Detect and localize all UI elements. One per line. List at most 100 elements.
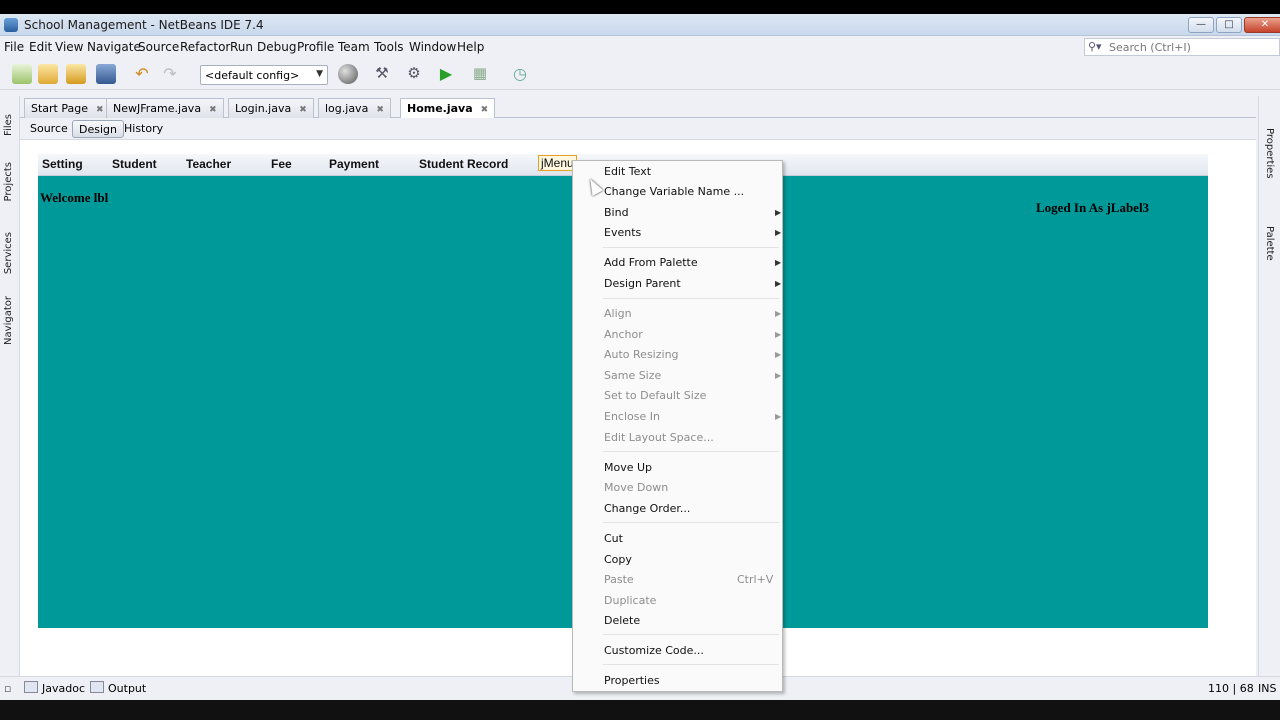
side-tab-files[interactable]: Files xyxy=(3,114,14,136)
tab-label: NewJFrame.java xyxy=(113,102,202,115)
minimize-button[interactable]: — xyxy=(1188,17,1214,33)
menu-separator xyxy=(603,247,779,248)
tab-log[interactable]: log.java ✖ xyxy=(318,98,391,118)
window-title: School Management - NetBeans IDE 7.4 xyxy=(24,18,264,32)
ctx-item-design-parent[interactable]: Design Parent xyxy=(604,277,681,290)
run-icon[interactable]: ▶ xyxy=(436,64,456,84)
form-menu-setting[interactable]: Setting xyxy=(42,157,83,171)
form-menu-payment[interactable]: Payment xyxy=(329,157,379,171)
ctx-item-change-order[interactable]: Change Order... xyxy=(604,502,690,515)
menu-view[interactable]: View xyxy=(55,40,83,54)
ctx-item-change-variable-name[interactable]: Change Variable Name ... xyxy=(604,185,744,198)
menu-tools[interactable]: Tools xyxy=(374,40,404,54)
ctx-item-same-size[interactable]: Same Size xyxy=(604,369,661,382)
menu-source[interactable]: Source xyxy=(138,40,179,54)
javadoc-tab[interactable]: Javadoc xyxy=(42,682,85,695)
submenu-arrow-icon: ▶ xyxy=(775,330,782,339)
restore-icon[interactable]: ▫ xyxy=(4,682,11,695)
ctx-item-edit-layout-space[interactable]: Edit Layout Space... xyxy=(604,431,714,444)
open-project-icon[interactable] xyxy=(66,64,86,84)
logged-in-label[interactable]: Loged In As jLabel3 xyxy=(1036,200,1149,216)
close-tab-icon[interactable]: ✖ xyxy=(209,105,217,115)
close-button[interactable]: ✕ xyxy=(1244,17,1280,33)
side-tab-palette[interactable]: Palette xyxy=(1264,226,1275,261)
redo-icon[interactable]: ↷ xyxy=(160,64,180,84)
tab-label: Start Page xyxy=(31,102,88,115)
form-menu-teacher[interactable]: Teacher xyxy=(186,157,231,171)
source-view-button[interactable]: Source xyxy=(24,120,74,138)
welcome-label[interactable]: Welcome lbl xyxy=(40,190,108,206)
maximize-button[interactable]: □ xyxy=(1216,17,1242,33)
menu-edit[interactable]: Edit xyxy=(29,40,52,54)
menu-file[interactable]: File xyxy=(4,40,24,54)
globe-icon[interactable] xyxy=(338,64,358,84)
tab-start-page[interactable]: Start Page ✖ xyxy=(24,98,111,118)
profile-icon[interactable]: ◷ xyxy=(510,64,530,84)
menu-window[interactable]: Window xyxy=(409,40,456,54)
form-menu-student-record[interactable]: Student Record xyxy=(419,157,508,171)
ctx-item-cut[interactable]: Cut xyxy=(604,532,623,545)
ctx-item-bind[interactable]: Bind xyxy=(604,206,629,219)
design-view-button[interactable]: Design xyxy=(72,120,124,138)
side-tab-services[interactable]: Services xyxy=(3,232,14,274)
new-project-icon[interactable] xyxy=(38,64,58,84)
chevron-down-icon: ▼ xyxy=(316,69,323,79)
ctx-item-events[interactable]: Events xyxy=(604,226,641,239)
form-menu-jmenu[interactable]: jMenu xyxy=(538,155,577,171)
menu-navigate[interactable]: Navigate xyxy=(87,40,141,54)
build-icon[interactable]: ⚒ xyxy=(372,64,392,84)
ctx-item-add-from-palette[interactable]: Add From Palette xyxy=(604,256,698,269)
ctx-item-edit-text[interactable]: Edit Text xyxy=(604,165,651,178)
ctx-item-enclose-in[interactable]: Enclose In xyxy=(604,410,660,423)
history-view-button[interactable]: History xyxy=(118,120,169,138)
debug-icon[interactable]: ▦ xyxy=(470,64,490,84)
save-all-icon[interactable] xyxy=(96,64,116,84)
editor-tab-bar: Start Page ✖ NewJFrame.java ✖ Login.java ✖ … xyxy=(20,96,1256,118)
new-file-icon[interactable] xyxy=(12,64,32,84)
ctx-item-auto-resizing[interactable]: Auto Resizing xyxy=(604,348,679,361)
editor-view-bar: Source Design History xyxy=(20,118,1256,140)
close-tab-icon[interactable]: ✖ xyxy=(96,105,104,115)
submenu-arrow-icon: ▶ xyxy=(775,412,782,421)
menu-debug[interactable]: Debug xyxy=(257,40,296,54)
search-input[interactable]: ⚲▾ Search (Ctrl+I) xyxy=(1084,38,1280,56)
side-tab-navigator[interactable]: Navigator xyxy=(3,296,14,345)
config-select[interactable]: <default config> ▼ xyxy=(200,65,328,85)
ctx-item-set-to-default-size[interactable]: Set to Default Size xyxy=(604,389,706,402)
side-tab-properties[interactable]: Properties xyxy=(1264,128,1275,179)
ctx-item-delete[interactable]: Delete xyxy=(604,614,640,627)
ctx-item-align[interactable]: Align xyxy=(604,307,632,320)
ctx-item-duplicate[interactable]: Duplicate xyxy=(604,594,656,607)
tab-label: Login.java xyxy=(235,102,292,115)
ctx-item-move-up[interactable]: Move Up xyxy=(604,461,652,474)
ctx-item-move-down[interactable]: Move Down xyxy=(604,481,668,494)
tab-home[interactable]: Home.java ✖ xyxy=(400,98,496,118)
close-tab-icon[interactable]: ✖ xyxy=(481,105,489,115)
form-menu-student[interactable]: Student xyxy=(112,157,157,171)
ctx-item-anchor[interactable]: Anchor xyxy=(604,328,643,341)
ctx-item-paste[interactable]: Paste xyxy=(604,573,634,586)
taskbar xyxy=(0,700,1280,720)
tab-login[interactable]: Login.java ✖ xyxy=(228,98,314,118)
ctx-item-customize-code[interactable]: Customize Code... xyxy=(604,644,704,657)
tab-newjframe[interactable]: NewJFrame.java ✖ xyxy=(106,98,224,118)
submenu-arrow-icon: ▶ xyxy=(775,309,782,318)
menu-team[interactable]: Team xyxy=(338,40,370,54)
side-tab-projects[interactable]: Projects xyxy=(3,162,14,201)
menu-profile[interactable]: Profile xyxy=(297,40,334,54)
clean-build-icon[interactable]: ⚙ xyxy=(404,64,424,84)
close-tab-icon[interactable]: ✖ xyxy=(299,105,307,115)
ctx-item-copy[interactable]: Copy xyxy=(604,553,632,566)
left-side-panel: Files Projects Services Navigator xyxy=(0,96,20,676)
menu-refactor[interactable]: Refactor xyxy=(180,40,230,54)
output-tab[interactable]: Output xyxy=(108,682,146,695)
close-tab-icon[interactable]: ✖ xyxy=(376,105,384,115)
menu-separator xyxy=(603,522,779,523)
submenu-arrow-icon: ▶ xyxy=(775,350,782,359)
undo-icon[interactable]: ↶ xyxy=(132,64,152,84)
submenu-arrow-icon: ▶ xyxy=(775,371,782,380)
form-menu-fee[interactable]: Fee xyxy=(271,157,292,171)
menu-help[interactable]: Help xyxy=(457,40,484,54)
ctx-item-properties[interactable]: Properties xyxy=(604,674,660,687)
menu-run[interactable]: Run xyxy=(230,40,253,54)
